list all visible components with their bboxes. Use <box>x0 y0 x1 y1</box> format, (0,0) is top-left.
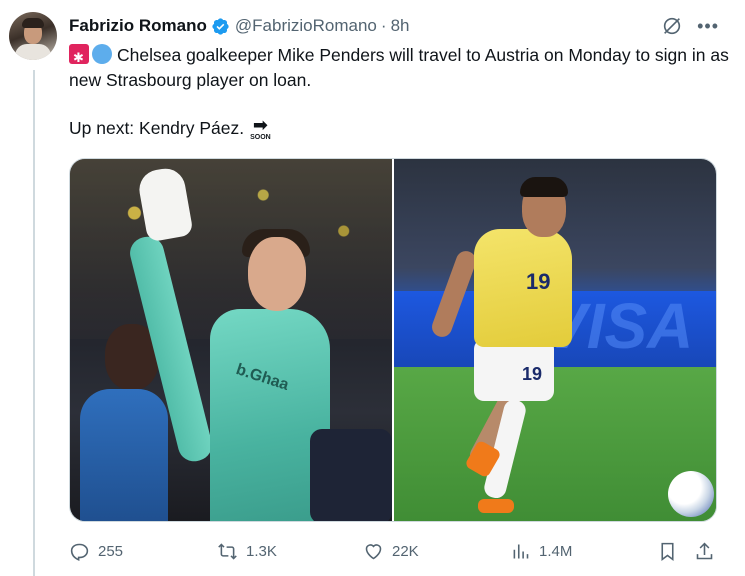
thread-line <box>33 70 35 576</box>
tweet-next-line: Up next: Kendry Páez. ➡ SOON <box>69 116 271 141</box>
shorts-number: 19 <box>522 364 543 384</box>
views-count: 1.4M <box>539 542 573 560</box>
top-icons: ••• <box>661 15 719 37</box>
bookmark-button[interactable] <box>657 541 678 562</box>
tweet-next: Up next: Kendry Páez. <box>69 118 245 138</box>
photo-goalkeeper[interactable]: b.Ghaa <box>70 159 392 521</box>
media-grid: b.Ghaa VISA 19 19 <box>69 158 717 522</box>
post-time[interactable]: 8h <box>391 16 410 36</box>
grok-icon[interactable] <box>661 15 683 37</box>
jersey-number: 19 <box>526 269 551 294</box>
views-icon <box>513 544 529 558</box>
siren-emoji-icon <box>69 44 89 70</box>
author-name[interactable]: Fabrizio Romano <box>69 16 207 36</box>
action-bar: 255 1.3K 22K 1.4M <box>69 538 719 564</box>
football <box>668 471 714 517</box>
repost-icon <box>218 542 237 560</box>
share-button[interactable] <box>694 541 715 562</box>
bookmark-icon <box>661 542 674 561</box>
heart-icon <box>365 543 382 559</box>
tweet-text: Chelsea goalkeeper Mike Penders will tra… <box>69 43 729 93</box>
reply-button[interactable]: 255 <box>69 541 123 562</box>
soon-arrow-icon: ➡ SOON <box>250 116 271 141</box>
tweet-header: Fabrizio Romano @FabrizioRomano · 8h <box>69 14 409 38</box>
separator-dot: · <box>380 16 387 35</box>
share-icon <box>696 542 713 559</box>
author-handle[interactable]: @FabrizioRomano <box>235 16 377 36</box>
like-button[interactable]: 22K <box>363 541 419 562</box>
avatar[interactable] <box>9 12 57 60</box>
views-button[interactable]: 1.4M <box>510 541 572 562</box>
soon-arrow-glyph: ➡ <box>252 115 268 135</box>
soon-label: SOON <box>250 134 271 141</box>
tweet-body: Chelsea goalkeeper Mike Penders will tra… <box>69 45 729 90</box>
repost-count: 1.3K <box>246 542 277 560</box>
photo-ecuador-player[interactable]: VISA 19 19 <box>394 159 716 521</box>
repost-button[interactable]: 1.3K <box>217 541 277 562</box>
like-count: 22K <box>392 542 419 560</box>
verified-badge-icon[interactable] <box>211 17 230 36</box>
reply-count: 255 <box>98 542 124 560</box>
more-icon[interactable]: ••• <box>697 17 719 35</box>
reply-icon <box>70 543 89 561</box>
blue-circle-emoji-icon <box>92 44 112 64</box>
